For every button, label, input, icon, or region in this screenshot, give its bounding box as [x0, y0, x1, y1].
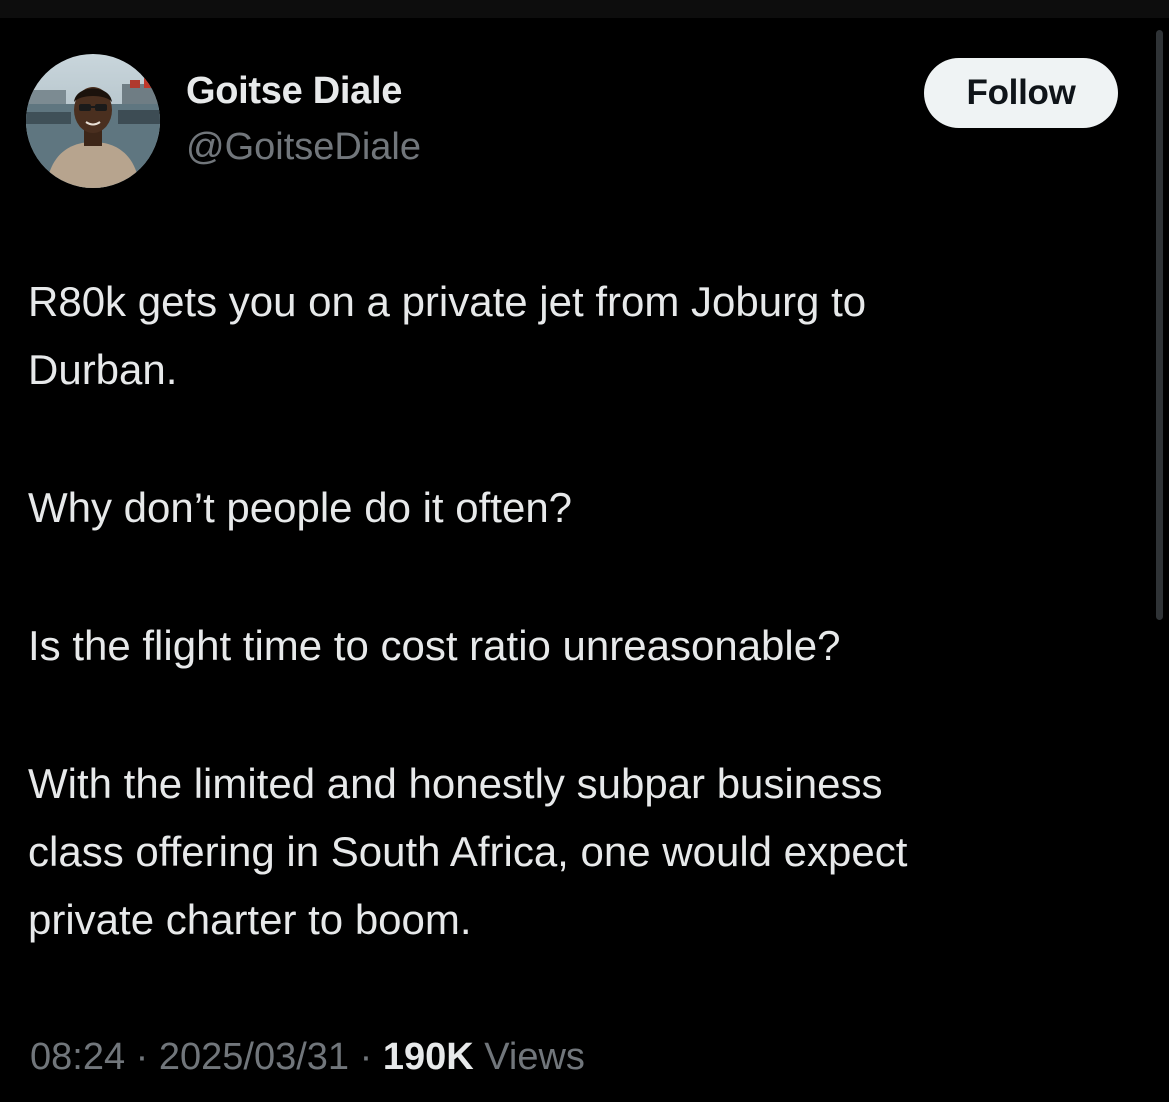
avatar[interactable]: [26, 54, 160, 188]
tweet-paragraph: Is the flight time to cost ratio unreaso…: [28, 622, 841, 669]
meta-separator: ·: [135, 1036, 149, 1078]
tweet-date[interactable]: 2025/03/31: [159, 1036, 349, 1078]
views-label: Views: [484, 1036, 585, 1078]
tweet-paragraph: R80k gets you on a private jet from Jobu…: [28, 278, 867, 393]
author-handle[interactable]: @GoitseDiale: [186, 126, 421, 169]
tweet-paragraph: With the limited and honestly subpar bus…: [28, 760, 908, 943]
author-name[interactable]: Goitse Diale: [186, 70, 402, 113]
tweet-paragraph: Why don’t people do it often?: [28, 484, 573, 531]
follow-button[interactable]: Follow: [924, 58, 1118, 128]
avatar-photo: [26, 54, 160, 188]
meta-separator: ·: [359, 1036, 373, 1078]
tweet-meta: 08:24 · 2025/03/31 · 190K Views: [30, 1036, 585, 1079]
tweet-time[interactable]: 08:24: [30, 1036, 125, 1078]
tweet-text: R80k gets you on a private jet from Jobu…: [28, 268, 1138, 954]
scrollbar[interactable]: [1156, 30, 1163, 620]
top-bar: [0, 0, 1169, 18]
views-count[interactable]: 190K: [383, 1036, 474, 1078]
